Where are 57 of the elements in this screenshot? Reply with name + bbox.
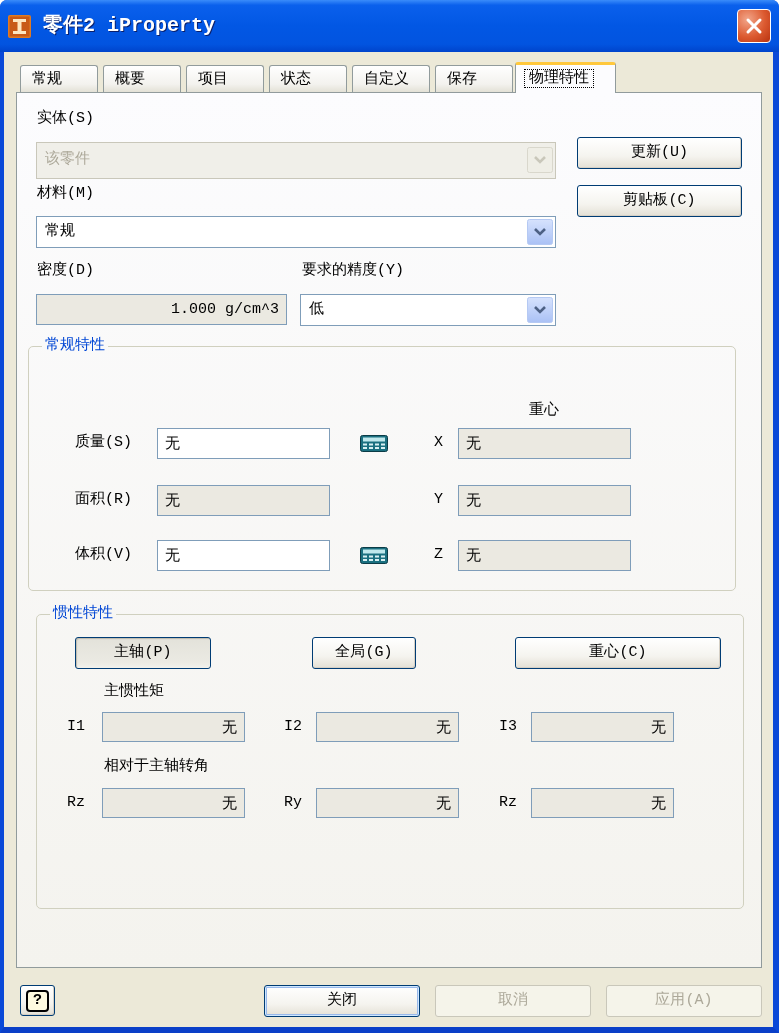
app-icon (8, 14, 31, 38)
axis-label: Z (434, 545, 443, 566)
property-label: 体积(V) (75, 545, 133, 566)
tab[interactable]: 自定义 (352, 65, 430, 92)
tab[interactable]: 保存 (435, 65, 513, 92)
property-field[interactable]: 无 (157, 485, 330, 516)
tab[interactable]: 项目 (186, 65, 264, 92)
clipboard-button[interactable]: 剪贴板(C) (577, 185, 742, 217)
close-button[interactable]: 关闭 (264, 985, 420, 1017)
accuracy-dropdown[interactable]: 低 (300, 294, 556, 326)
density-label: 密度(D) (37, 260, 95, 281)
axis-label: Y (434, 490, 443, 511)
help-button[interactable]: ? (20, 985, 55, 1016)
moment-label: I3 (499, 716, 517, 737)
coordinate-field[interactable]: 无 (458, 428, 631, 459)
close-icon (744, 16, 764, 36)
property-field[interactable]: 无 (157, 540, 330, 571)
body-label: 实体(S) (37, 108, 94, 129)
column-heading: 重心 (528, 401, 560, 421)
property-label: 质量(S) (75, 432, 133, 454)
angle-label: Ry (284, 792, 302, 813)
angle-field[interactable]: 无 (102, 788, 245, 818)
reference-button[interactable]: 重心(C) (515, 637, 721, 669)
material-label: 材料(M) (37, 183, 94, 204)
update-button[interactable]: 更新(U) (577, 137, 742, 169)
moment-label: I2 (284, 716, 302, 737)
angle-field[interactable]: 无 (316, 788, 459, 818)
chevron-down-icon (527, 297, 553, 323)
tab[interactable]: 常规 (20, 65, 98, 92)
section-label: 主惯性矩 (104, 682, 164, 702)
moment-label: I1 (67, 716, 85, 737)
coordinate-field[interactable]: 无 (458, 485, 631, 516)
material-dropdown[interactable]: 常规 (36, 216, 556, 248)
tab[interactable]: 状态 (269, 65, 347, 92)
group-title: 惯性特性 (51, 605, 114, 623)
axis-label: X (434, 433, 443, 454)
moment-field[interactable]: 无 (316, 712, 459, 742)
chevron-down-icon (527, 147, 553, 173)
group-title: 常规特性 (44, 337, 106, 355)
angle-field[interactable]: 无 (531, 788, 674, 818)
reference-button[interactable]: 主轴(P) (75, 637, 211, 669)
angle-label: Rz (67, 792, 85, 813)
property-label: 面积(R) (75, 490, 133, 511)
reference-button[interactable]: 全局(G) (312, 637, 416, 669)
section-label: 相对于主轴转角 (104, 757, 209, 777)
close-button[interactable] (737, 9, 771, 43)
tab[interactable]: 概要 (103, 65, 181, 92)
coordinate-field[interactable]: 无 (458, 540, 631, 571)
accuracy-label: 要求的精度(Y) (302, 260, 404, 281)
property-field[interactable]: 无 (157, 428, 330, 459)
density-field[interactable]: 1.000 g/cm^3 (36, 294, 287, 325)
moment-field[interactable]: 无 (102, 712, 245, 742)
chevron-down-icon (527, 219, 553, 245)
moment-field[interactable]: 无 (531, 712, 674, 742)
angle-label: Rz (499, 792, 517, 813)
window-title: 零件2 iProperty (43, 13, 216, 39)
tab[interactable]: 物理特性 (515, 62, 616, 93)
